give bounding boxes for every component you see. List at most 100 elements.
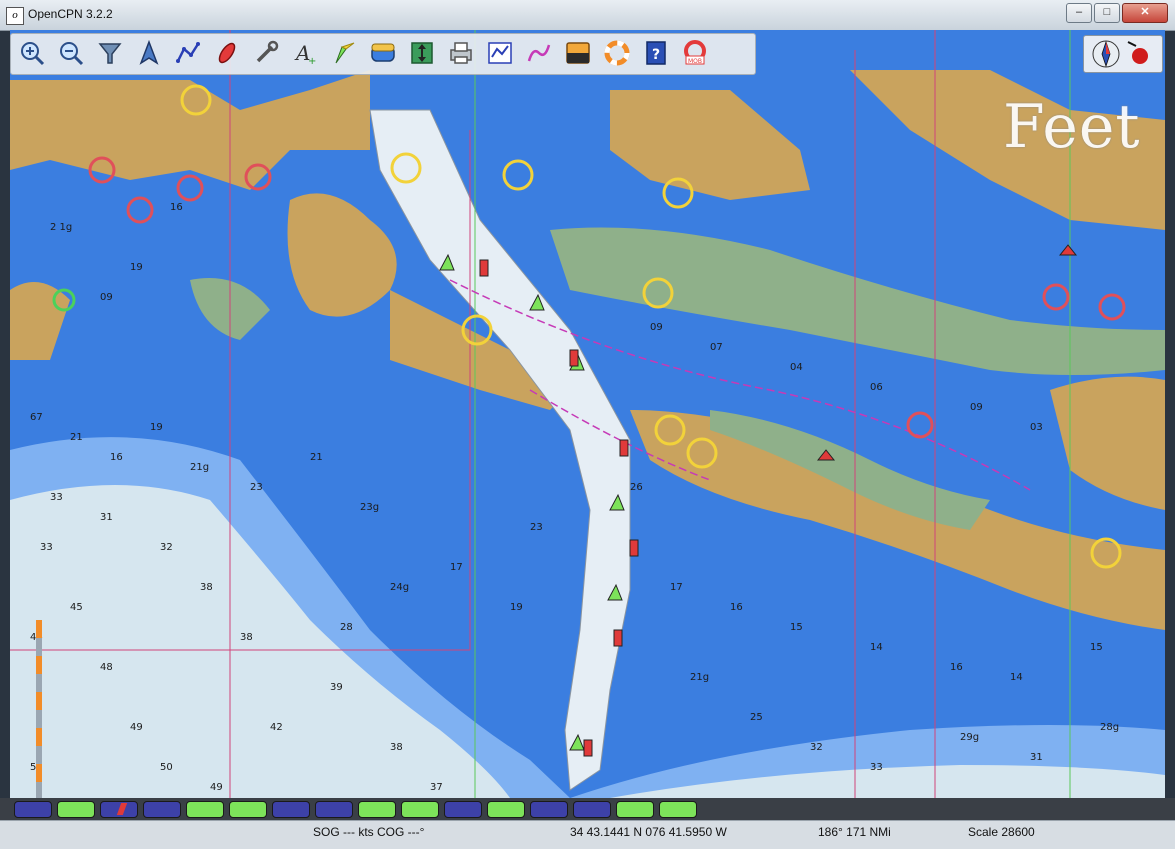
route-manager-button[interactable]: [485, 38, 515, 68]
svg-text:23g: 23g: [360, 502, 379, 513]
svg-text:MOB: MOB: [688, 58, 702, 65]
piano-key[interactable]: [229, 801, 267, 818]
svg-text:21: 21: [70, 432, 83, 443]
chart-scale-bar: [36, 620, 42, 798]
svg-text:67: 67: [30, 412, 43, 423]
compass-icon: [1092, 40, 1148, 68]
svg-text:49: 49: [210, 782, 223, 793]
piano-key[interactable]: [14, 801, 52, 818]
chart-canvas[interactable]: 67 21 16 19 21g 23 21 23g 33 45 48 49 50 49 42 39 38…: [10, 30, 1165, 798]
svg-text:25: 25: [750, 712, 763, 723]
piano-key[interactable]: [272, 801, 310, 818]
svg-text:?: ?: [652, 47, 660, 63]
piano-key[interactable]: [358, 801, 396, 818]
svg-text:38: 38: [390, 742, 403, 753]
svg-text:48: 48: [100, 662, 113, 673]
toolbox-button[interactable]: [251, 38, 281, 68]
svg-text:39: 39: [330, 682, 343, 693]
sog-cog-readout: SOG --- kts COG ---°: [313, 825, 425, 839]
create-route-button[interactable]: [173, 38, 203, 68]
window-titlebar[interactable]: o OpenCPN 3.2.2 – □ ✕: [0, 0, 1175, 31]
app-logo-icon: o: [6, 7, 24, 25]
svg-text:29g: 29g: [960, 732, 979, 743]
cursor-position-readout: 34 43.1441 N 076 41.5950 W: [570, 825, 727, 839]
svg-text:15: 15: [1090, 642, 1103, 653]
maximize-button[interactable]: □: [1094, 3, 1120, 23]
enc-lights-button[interactable]: [329, 38, 359, 68]
help-icon: ?: [646, 41, 666, 65]
piano-key[interactable]: [659, 801, 697, 818]
enc-text-button[interactable]: A +: [290, 38, 320, 68]
svg-text:23: 23: [250, 482, 263, 493]
svg-text:16: 16: [110, 452, 123, 463]
drop-mark-button[interactable]: [212, 38, 242, 68]
svg-text:19: 19: [510, 602, 523, 613]
svg-text:24g: 24g: [390, 582, 409, 593]
ship-follow-icon: [139, 39, 159, 65]
piano-key[interactable]: [487, 801, 525, 818]
svg-text:33: 33: [50, 492, 63, 503]
piano-key[interactable]: [186, 801, 224, 818]
auto-follow-button[interactable]: [134, 38, 164, 68]
svg-text:28: 28: [340, 622, 353, 633]
svg-text:33: 33: [40, 542, 53, 553]
piano-key[interactable]: [616, 801, 654, 818]
svg-text:50: 50: [160, 762, 173, 773]
svg-text:31: 31: [1030, 752, 1043, 763]
zoom-in-icon: [21, 42, 45, 66]
piano-key[interactable]: [143, 801, 181, 818]
svg-text:09: 09: [100, 292, 113, 303]
status-bar: SOG --- kts COG ---° 34 43.1441 N 076 41…: [0, 820, 1175, 849]
settings-wrench-icon: [256, 40, 279, 63]
compass-status-panel[interactable]: [1083, 35, 1163, 73]
chart-scale-button[interactable]: [95, 38, 125, 68]
svg-text:17: 17: [670, 582, 683, 593]
mob-marker-button[interactable]: [602, 38, 632, 68]
svg-text:19: 19: [150, 422, 163, 433]
svg-text:21: 21: [310, 452, 323, 463]
piano-key[interactable]: [57, 801, 95, 818]
route-icon: [176, 42, 200, 63]
zoom-out-button[interactable]: [56, 38, 86, 68]
color-scheme-button[interactable]: [563, 38, 593, 68]
lifebuoy-icon: [604, 40, 630, 66]
svg-text:04: 04: [790, 362, 803, 373]
mark-icon: [218, 42, 236, 64]
close-button[interactable]: ✕: [1122, 3, 1168, 23]
show-currents-button[interactable]: [407, 38, 437, 68]
piano-key[interactable]: [530, 801, 568, 818]
show-tides-button[interactable]: [368, 38, 398, 68]
svg-text:23: 23: [530, 522, 543, 533]
svg-text:15: 15: [790, 622, 803, 633]
svg-text:31: 31: [100, 512, 113, 523]
svg-text:16: 16: [170, 202, 183, 213]
svg-text:32: 32: [160, 542, 173, 553]
piano-key[interactable]: [444, 801, 482, 818]
zoom-out-icon: [60, 42, 84, 66]
print-icon: [450, 42, 472, 64]
svg-text:38: 38: [200, 582, 213, 593]
svg-text:19: 19: [130, 262, 143, 273]
mob-icon: MOB: [684, 40, 706, 65]
tracking-button[interactable]: [524, 38, 554, 68]
minimize-button[interactable]: –: [1066, 3, 1092, 23]
help-button[interactable]: ?: [641, 38, 671, 68]
print-button[interactable]: [446, 38, 476, 68]
piano-key[interactable]: [401, 801, 439, 818]
color-scheme-icon: [566, 42, 590, 64]
svg-text:26: 26: [630, 482, 643, 493]
svg-text:38: 38: [240, 632, 253, 643]
light-icon: [335, 42, 355, 64]
svg-text:28g: 28g: [1100, 722, 1119, 733]
man-overboard-button[interactable]: MOB: [680, 38, 710, 68]
route-manager-icon: [488, 42, 512, 64]
piano-key[interactable]: [315, 801, 353, 818]
svg-text:45: 45: [70, 602, 83, 613]
zoom-in-button[interactable]: [17, 38, 47, 68]
piano-key-active[interactable]: [100, 801, 138, 818]
svg-text:21g: 21g: [190, 462, 209, 473]
svg-text:49: 49: [130, 722, 143, 733]
piano-key[interactable]: [573, 801, 611, 818]
chart-quilt-icon: [98, 43, 122, 64]
svg-text:03: 03: [1030, 422, 1043, 433]
